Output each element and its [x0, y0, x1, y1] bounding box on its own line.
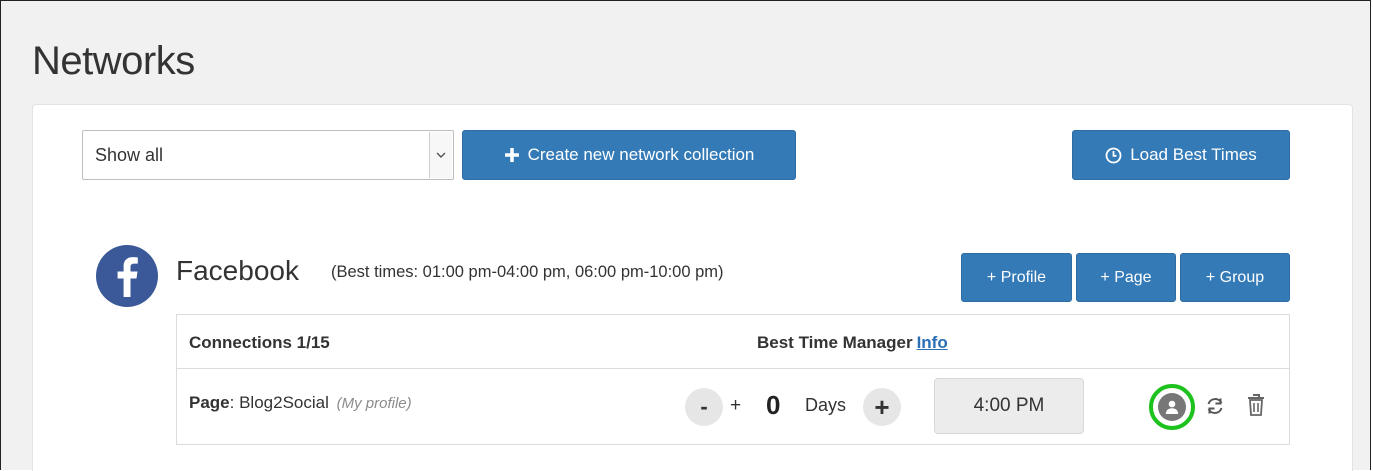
page-title: Networks	[32, 39, 195, 83]
networks-card: Show all Create new network collection L…	[32, 104, 1353, 471]
plus-icon	[504, 147, 520, 163]
time-input[interactable]: 4:00 PM	[934, 378, 1084, 434]
connection-label: Page: Blog2Social (My profile)	[189, 393, 412, 413]
load-best-times-button[interactable]: Load Best Times	[1072, 130, 1290, 180]
connection-note: (My profile)	[336, 395, 412, 412]
increase-days-button[interactable]: +	[863, 388, 901, 426]
add-group-button[interactable]: + Group	[1180, 253, 1290, 302]
best-time-manager-header: Best Time Manager Info	[757, 333, 948, 353]
facebook-icon	[96, 245, 158, 307]
best-time-manager-label: Best Time Manager	[757, 333, 913, 352]
network-filter-select[interactable]: Show all	[82, 130, 454, 180]
connection-type: Page	[189, 393, 230, 412]
clock-icon	[1105, 147, 1122, 164]
days-value: 0	[766, 390, 781, 420]
assign-user-button[interactable]	[1149, 384, 1195, 430]
filter-value: Show all	[95, 145, 164, 165]
chevron-down-icon	[429, 132, 452, 178]
plus-sign: +	[730, 395, 742, 416]
user-icon	[1158, 393, 1186, 421]
trash-icon[interactable]	[1246, 393, 1266, 422]
create-button-label: Create new network collection	[527, 145, 755, 164]
network-best-times: (Best times: 01:00 pm-04:00 pm, 06:00 pm…	[331, 263, 724, 281]
network-name: Facebook	[176, 255, 299, 286]
decrease-days-button[interactable]: -	[685, 388, 723, 426]
load-button-label: Load Best Times	[1130, 145, 1257, 164]
create-network-collection-button[interactable]: Create new network collection	[462, 130, 796, 180]
connection-name: : Blog2Social	[229, 393, 329, 412]
table-header: Connections 1/15 Best Time Manager Info	[177, 315, 1289, 369]
add-profile-button[interactable]: + Profile	[961, 253, 1072, 302]
app-frame: Networks Show all Create new network col…	[0, 0, 1371, 471]
days-label: Days	[805, 395, 847, 415]
refresh-icon[interactable]	[1204, 395, 1226, 422]
add-page-button[interactable]: + Page	[1076, 253, 1176, 302]
info-link[interactable]: Info	[917, 333, 948, 352]
connections-table: Connections 1/15 Best Time Manager Info P…	[176, 314, 1290, 445]
connections-header: Connections 1/15	[189, 333, 330, 352]
